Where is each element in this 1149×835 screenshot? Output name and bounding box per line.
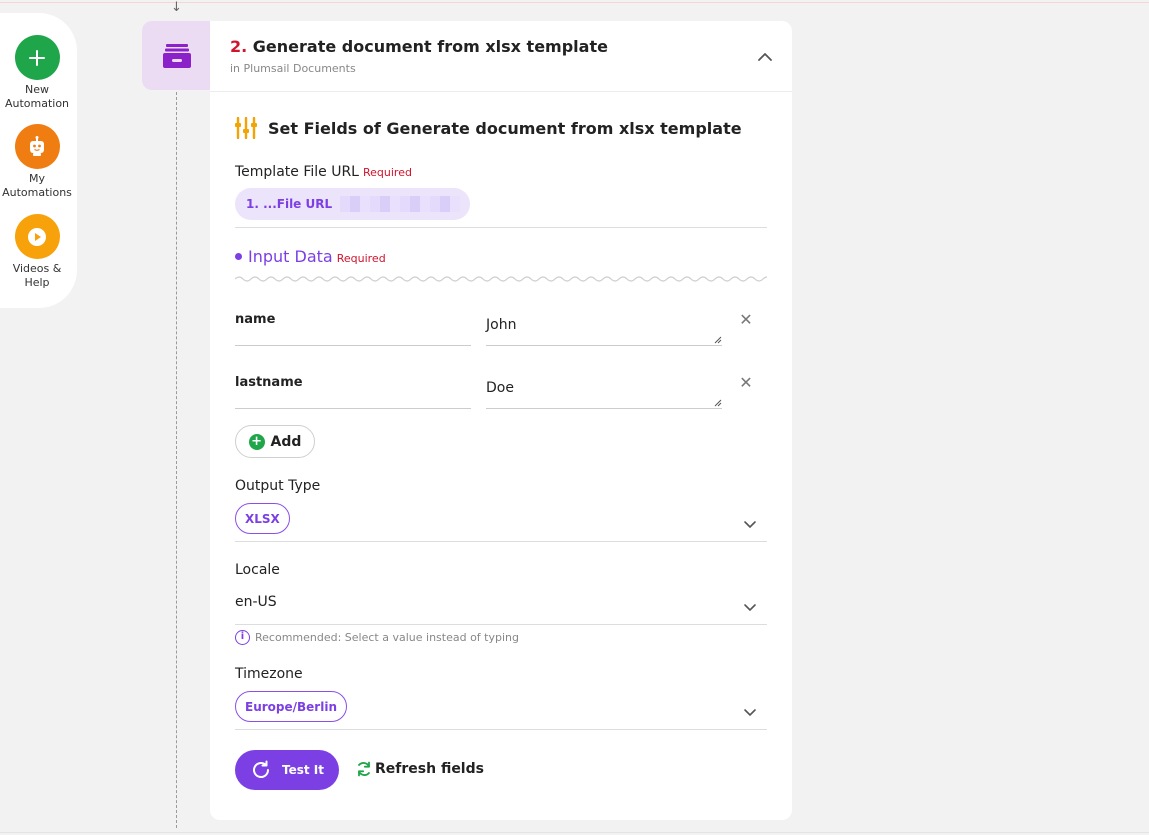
template-url-label: Template File URL Required <box>235 164 412 180</box>
step-icon-container <box>142 21 212 90</box>
template-url-token[interactable]: 1. ...File URL <box>235 188 470 220</box>
input-value-field[interactable]: Doe <box>486 380 722 396</box>
step-title: 2. Generate document from xlsx template <box>230 37 608 56</box>
step-number: 2. <box>230 37 248 56</box>
input-data-toggle[interactable]: Input Data Required <box>235 247 386 266</box>
sliders-icon <box>235 117 257 139</box>
input-key-underline <box>235 408 471 409</box>
locale-label: Locale <box>235 562 280 578</box>
input-value-field[interactable]: John <box>486 317 722 333</box>
chevron-down-icon[interactable] <box>743 517 757 531</box>
input-key-field[interactable]: lastname <box>235 375 471 390</box>
sidebar-item-label: Videos & Help <box>12 262 62 289</box>
bullet-dot-icon <box>235 253 242 260</box>
output-type-value[interactable]: XLSX <box>235 503 290 534</box>
output-type-label: Output Type <box>235 478 321 494</box>
test-it-button[interactable]: Test It <box>235 750 339 790</box>
refresh-fields-button[interactable]: Refresh fields <box>356 760 484 778</box>
connector-line <box>176 92 177 828</box>
chevron-up-icon[interactable] <box>755 47 775 67</box>
robot-icon <box>14 124 60 169</box>
plus-circle-icon: + <box>248 433 265 450</box>
required-marker: Required <box>362 166 412 179</box>
input-value-underline <box>486 345 722 346</box>
sidebar-item-new-automation[interactable]: New Automation <box>0 35 74 111</box>
arrow-down-icon: ↓ <box>171 0 182 15</box>
timezone-value[interactable]: Europe/Berlin <box>235 691 347 722</box>
input-key-field[interactable]: name <box>235 312 471 327</box>
play-icon <box>14 214 60 259</box>
redacted-value <box>340 196 461 212</box>
refresh-circle-icon <box>253 760 269 778</box>
archive-box-icon <box>163 43 191 68</box>
step-card: 2. Generate document from xlsx template … <box>210 21 792 820</box>
required-marker: Required <box>336 252 386 265</box>
add-row-button[interactable]: + Add <box>235 425 315 458</box>
timezone-underline <box>235 729 767 730</box>
locale-input[interactable]: en-US <box>235 594 277 610</box>
info-icon: i <box>235 630 250 645</box>
refresh-icon <box>358 761 370 777</box>
section-title: Set Fields of Generate document from xls… <box>234 117 742 139</box>
wavy-divider <box>235 276 767 282</box>
input-key-underline <box>235 345 471 346</box>
step-subtitle: in Plumsail Documents <box>230 62 356 75</box>
locale-hint: i Recommended: Select a value instead of… <box>235 630 519 645</box>
sidebar-item-label: My Automations <box>2 172 72 199</box>
remove-row-icon[interactable]: ✕ <box>739 373 753 392</box>
chevron-down-icon[interactable] <box>743 600 757 614</box>
locale-underline <box>235 624 767 625</box>
remove-row-icon[interactable]: ✕ <box>739 310 753 329</box>
sidebar-item-videos-help[interactable]: Videos & Help <box>0 214 74 290</box>
sidebar-item-my-automations[interactable]: My Automations <box>0 124 74 200</box>
sidebar: New Automation My Automations Videos & H… <box>0 13 77 308</box>
timezone-label: Timezone <box>235 666 303 682</box>
template-url-underline <box>235 227 767 228</box>
input-value-underline <box>486 408 722 409</box>
step-header[interactable]: 2. Generate document from xlsx template … <box>210 21 792 92</box>
output-type-underline <box>235 541 767 542</box>
resize-handle-icon[interactable] <box>714 336 722 344</box>
bottom-border <box>0 832 1149 833</box>
sidebar-item-label: New Automation <box>4 83 70 110</box>
plus-icon <box>14 35 60 80</box>
resize-handle-icon[interactable] <box>714 399 722 407</box>
chevron-down-icon[interactable] <box>743 705 757 719</box>
